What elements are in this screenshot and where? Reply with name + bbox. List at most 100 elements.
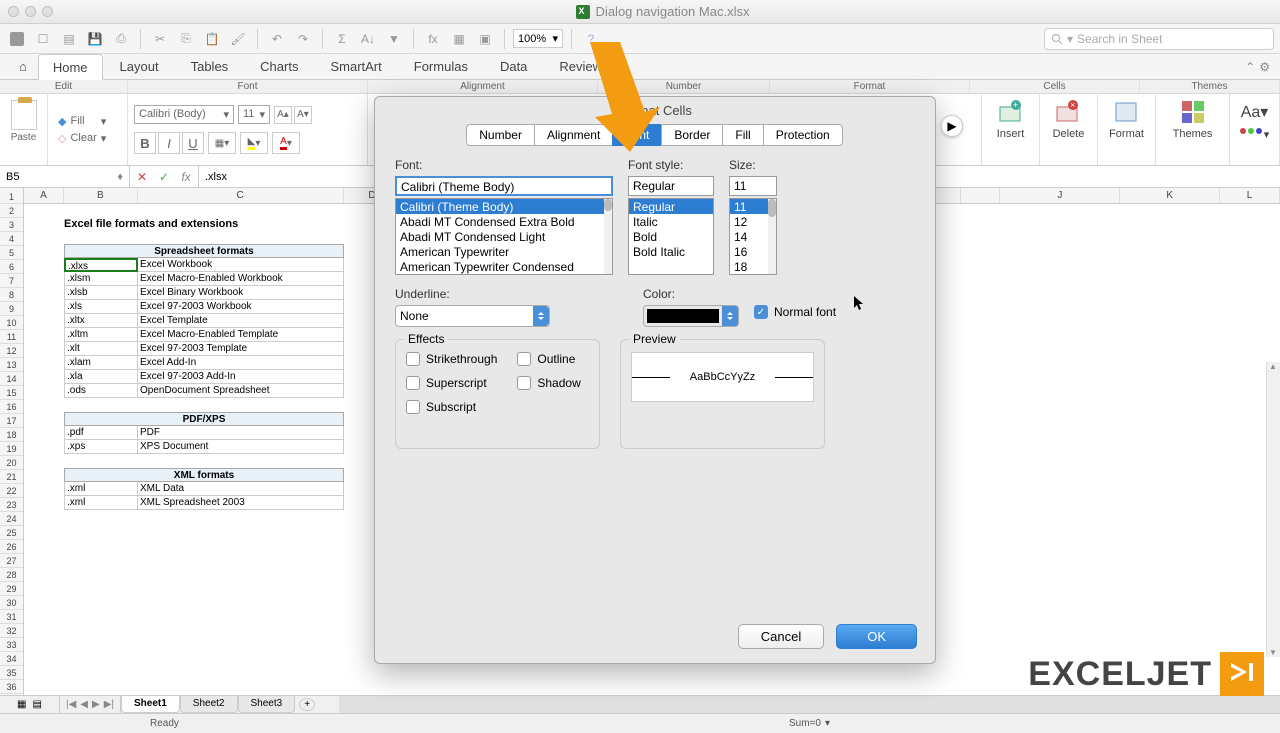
font-listbox[interactable]: Calibri (Theme Body) Abadi MT Condensed … [395,198,613,275]
table-row[interactable]: .xlamExcel Add-In [64,356,344,370]
font-name-select[interactable]: Calibri (Body)▾ [134,105,234,124]
table-row[interactable]: .xpsXPS Document [64,440,344,454]
normal-font-checkbox[interactable]: Normal font [754,305,836,319]
horizontal-scrollbar[interactable] [339,696,1280,713]
row-number[interactable]: 36 [0,680,23,694]
row-number[interactable]: 29 [0,582,23,596]
row-number[interactable]: 10 [0,316,23,330]
strikethrough-checkbox[interactable]: Strikethrough [406,352,497,366]
row-number[interactable]: 19 [0,442,23,456]
row-number[interactable]: 18 [0,428,23,442]
fill-button[interactable]: ◆Fill▾ [54,114,110,129]
dialog-tab-protection[interactable]: Protection [763,124,843,146]
row-number[interactable]: 4 [0,232,23,246]
font-style-listbox[interactable]: Regular Italic Bold Bold Italic [628,198,714,275]
row-number[interactable]: 35 [0,666,23,680]
sheet-nav-first-icon[interactable]: |◀ [66,699,76,710]
dialog-next-icon[interactable]: ▶ [941,115,963,137]
search-input[interactable]: ▾ Search in Sheet [1044,28,1274,50]
ribbon-collapse-icon[interactable]: ⌃ [1245,60,1255,74]
row-number[interactable]: 21 [0,470,23,484]
row-number[interactable]: 13 [0,358,23,372]
ribbon-tab-tables[interactable]: Tables [176,54,244,79]
name-box[interactable]: B5♦ [0,166,130,187]
delete-cells-button[interactable]: × Delete [1047,96,1091,142]
superscript-checkbox[interactable]: Superscript [406,376,497,390]
row-number[interactable]: 20 [0,456,23,470]
underline-button[interactable]: U [182,132,204,154]
insert-cells-button[interactable]: + Insert [991,96,1031,142]
decrease-font-icon[interactable]: A▾ [294,106,312,124]
sheet-tab-3[interactable]: Sheet3 [238,695,296,713]
font-size-listbox[interactable]: 11 12 14 16 18 [729,198,777,275]
ribbon-settings-icon[interactable]: ⚙ [1259,60,1270,74]
ribbon-tab-formulas[interactable]: Formulas [399,54,483,79]
dialog-tab-number[interactable]: Number [466,124,535,146]
undo-icon[interactable]: ↶ [266,28,288,50]
bold-button[interactable]: B [134,132,156,154]
table-row[interactable]: .xlsExcel 97-2003 Workbook [64,300,344,314]
table-row[interactable]: .xmlXML Spreadsheet 2003 [64,496,344,510]
row-number[interactable]: 17 [0,414,23,428]
minimize-window-icon[interactable] [25,6,36,17]
cancel-formula-icon[interactable]: ✕ [134,169,150,185]
media-icon[interactable]: ▣ [474,28,496,50]
ribbon-tab-home[interactable]: Home [38,54,103,80]
save-icon[interactable]: 💾 [84,28,106,50]
accept-formula-icon[interactable]: ✓ [156,169,172,185]
vertical-scrollbar[interactable] [1266,362,1280,657]
row-number[interactable]: 3 [0,218,23,232]
dialog-tab-fill[interactable]: Fill [722,124,763,146]
underline-select[interactable]: None [395,305,550,327]
dialog-tab-alignment[interactable]: Alignment [534,124,613,146]
font-color-button[interactable]: A▾ [272,132,300,154]
sheet-tab-2[interactable]: Sheet2 [180,695,238,713]
themes-aa-button[interactable]: Aa▾ ▾ [1234,96,1276,143]
row-number[interactable]: 5 [0,246,23,260]
sheet-nav-next-icon[interactable]: ▶ [92,699,100,710]
row-number[interactable]: 16 [0,400,23,414]
clear-button[interactable]: ◇Clear▾ [54,131,110,146]
autosum-icon[interactable]: Σ [331,28,353,50]
italic-button[interactable]: I [158,132,180,154]
font-style-input[interactable]: Regular [628,176,714,196]
format-painter-icon[interactable]: 🖌 [227,28,249,50]
paste-button[interactable]: Paste [7,96,41,147]
row-number[interactable]: 34 [0,652,23,666]
table-row[interactable]: .pdfPDF [64,426,344,440]
row-number[interactable]: 28 [0,568,23,582]
fx-icon[interactable]: fx [178,169,194,185]
redo-icon[interactable]: ↷ [292,28,314,50]
row-number[interactable]: 6 [0,260,23,274]
ribbon-tab-review[interactable]: Review [544,54,617,79]
table-row[interactable]: .xlaExcel 97-2003 Add-In [64,370,344,384]
row-number[interactable]: 31 [0,610,23,624]
filter-icon[interactable]: ▼ [383,28,405,50]
outline-checkbox[interactable]: Outline [517,352,580,366]
font-color-select[interactable] [643,305,739,327]
row-number[interactable]: 23 [0,498,23,512]
row-number[interactable]: 22 [0,484,23,498]
toolbox-icon[interactable]: fx [422,28,444,50]
add-sheet-button[interactable]: + [299,698,315,711]
ribbon-tab-layout[interactable]: Layout [105,54,174,79]
format-cells-button[interactable]: Format [1103,96,1150,142]
shadow-checkbox[interactable]: Shadow [517,376,580,390]
dialog-tab-font[interactable]: Font [612,124,662,146]
cut-icon[interactable]: ✂ [149,28,171,50]
print-icon[interactable]: ⎙ [110,28,132,50]
table-row[interactable]: .xlxsExcel Workbook [64,258,344,272]
maximize-window-icon[interactable] [42,6,53,17]
table-row[interactable]: .xltExcel 97-2003 Template [64,342,344,356]
row-number[interactable]: 26 [0,540,23,554]
row-number[interactable]: 12 [0,344,23,358]
copy-icon[interactable]: ⎘ [175,28,197,50]
table-row[interactable]: .xltmExcel Macro-Enabled Template [64,328,344,342]
table-row[interactable]: .odsOpenDocument Spreadsheet [64,384,344,398]
dialog-tab-border[interactable]: Border [661,124,723,146]
row-number[interactable]: 7 [0,274,23,288]
table-row[interactable]: .xlsbExcel Binary Workbook [64,286,344,300]
page-layout-view-icon[interactable]: ▤ [33,699,42,710]
table-row[interactable]: .xmlXML Data [64,482,344,496]
help-icon[interactable]: ? [580,28,602,50]
